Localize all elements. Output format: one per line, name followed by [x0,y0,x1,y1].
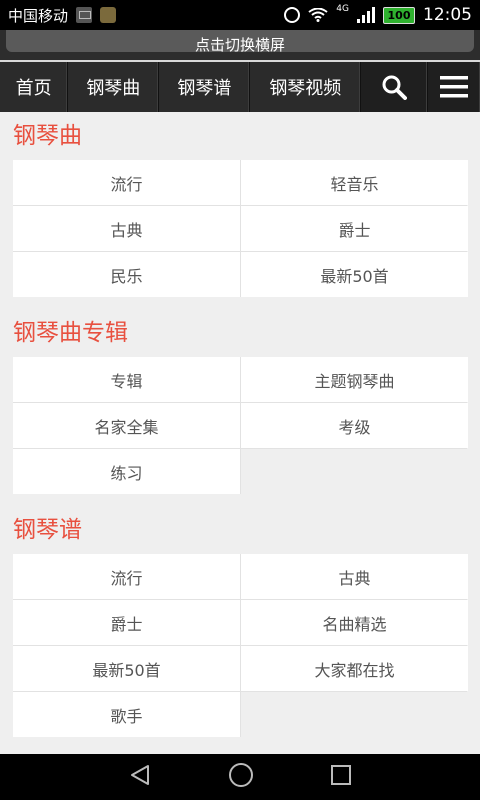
switch-orientation-label: 点击切换横屏 [194,36,285,53]
system-nav-bar [0,754,480,800]
menu-button[interactable] [427,62,480,112]
nav-item-piano-videos[interactable]: 钢琴视频 [250,62,362,112]
switch-banner: 点击切换横屏 [0,30,480,60]
category-item[interactable]: 专辑 [13,357,240,402]
app-notification-icon [100,7,117,23]
nav-item-piano-sheets[interactable]: 钢琴谱 [159,62,251,112]
nav-item-piano-music[interactable]: 钢琴曲 [68,62,160,112]
category-item[interactable]: 名曲精选 [241,600,468,645]
category-item[interactable]: 最新50首 [241,252,468,297]
back-icon[interactable] [128,763,152,791]
category-item[interactable]: 爵士 [241,206,468,251]
network-type: 4G [336,4,349,14]
category-item[interactable]: 考级 [241,403,468,448]
category-item[interactable]: 轻音乐 [241,160,468,205]
section-title-piano-sheets: 钢琴谱 [13,517,82,543]
battery-icon: 100 [383,6,415,24]
alarm-icon [284,7,301,23]
signal-icon [357,7,375,23]
category-item[interactable]: 练习 [13,449,240,494]
category-item[interactable]: 爵士 [13,600,240,645]
home-icon[interactable] [228,762,254,792]
search-button[interactable] [361,62,428,112]
category-item[interactable]: 歌手 [13,692,240,737]
category-item[interactable]: 最新50首 [13,646,240,691]
category-item[interactable]: 古典 [241,554,468,599]
clock: 12:05 [423,5,472,25]
section-title-piano-albums: 钢琴曲专辑 [13,320,128,346]
main-content: 钢琴曲 流行 轻音乐 古典 爵士 民乐 最新50首 钢琴曲专辑 专辑 主题钢琴曲… [13,112,468,749]
category-item[interactable]: 名家全集 [13,403,240,448]
status-bar: 中国移动 4G 100 12:05 [0,0,480,30]
nav-item-home[interactable]: 首页 [0,62,69,112]
hamburger-menu-icon [439,76,468,98]
wifi-icon [308,8,328,22]
category-grid-piano-sheets: 流行 古典 爵士 名曲精选 最新50首 大家都在找 歌手 [13,554,468,737]
empty-cell [241,449,468,494]
category-grid-piano-albums: 专辑 主题钢琴曲 名家全集 考级 练习 [13,357,468,494]
mail-icon [76,7,93,23]
category-item[interactable]: 流行 [13,554,240,599]
empty-cell [241,692,468,737]
recent-apps-icon[interactable] [330,764,352,790]
category-grid-piano-music: 流行 轻音乐 古典 爵士 民乐 最新50首 [13,160,468,297]
category-item[interactable]: 大家都在找 [241,646,468,691]
switch-orientation-button[interactable]: 点击切换横屏 [6,30,474,52]
section-title-piano-music: 钢琴曲 [13,123,82,149]
category-item[interactable]: 古典 [13,206,240,251]
category-item[interactable]: 民乐 [13,252,240,297]
category-item[interactable]: 主题钢琴曲 [241,357,468,402]
search-icon [381,74,407,100]
category-item[interactable]: 流行 [13,160,240,205]
top-nav: 首页 钢琴曲 钢琴谱 钢琴视频 [0,60,480,112]
carrier-label: 中国移动 [8,6,69,25]
